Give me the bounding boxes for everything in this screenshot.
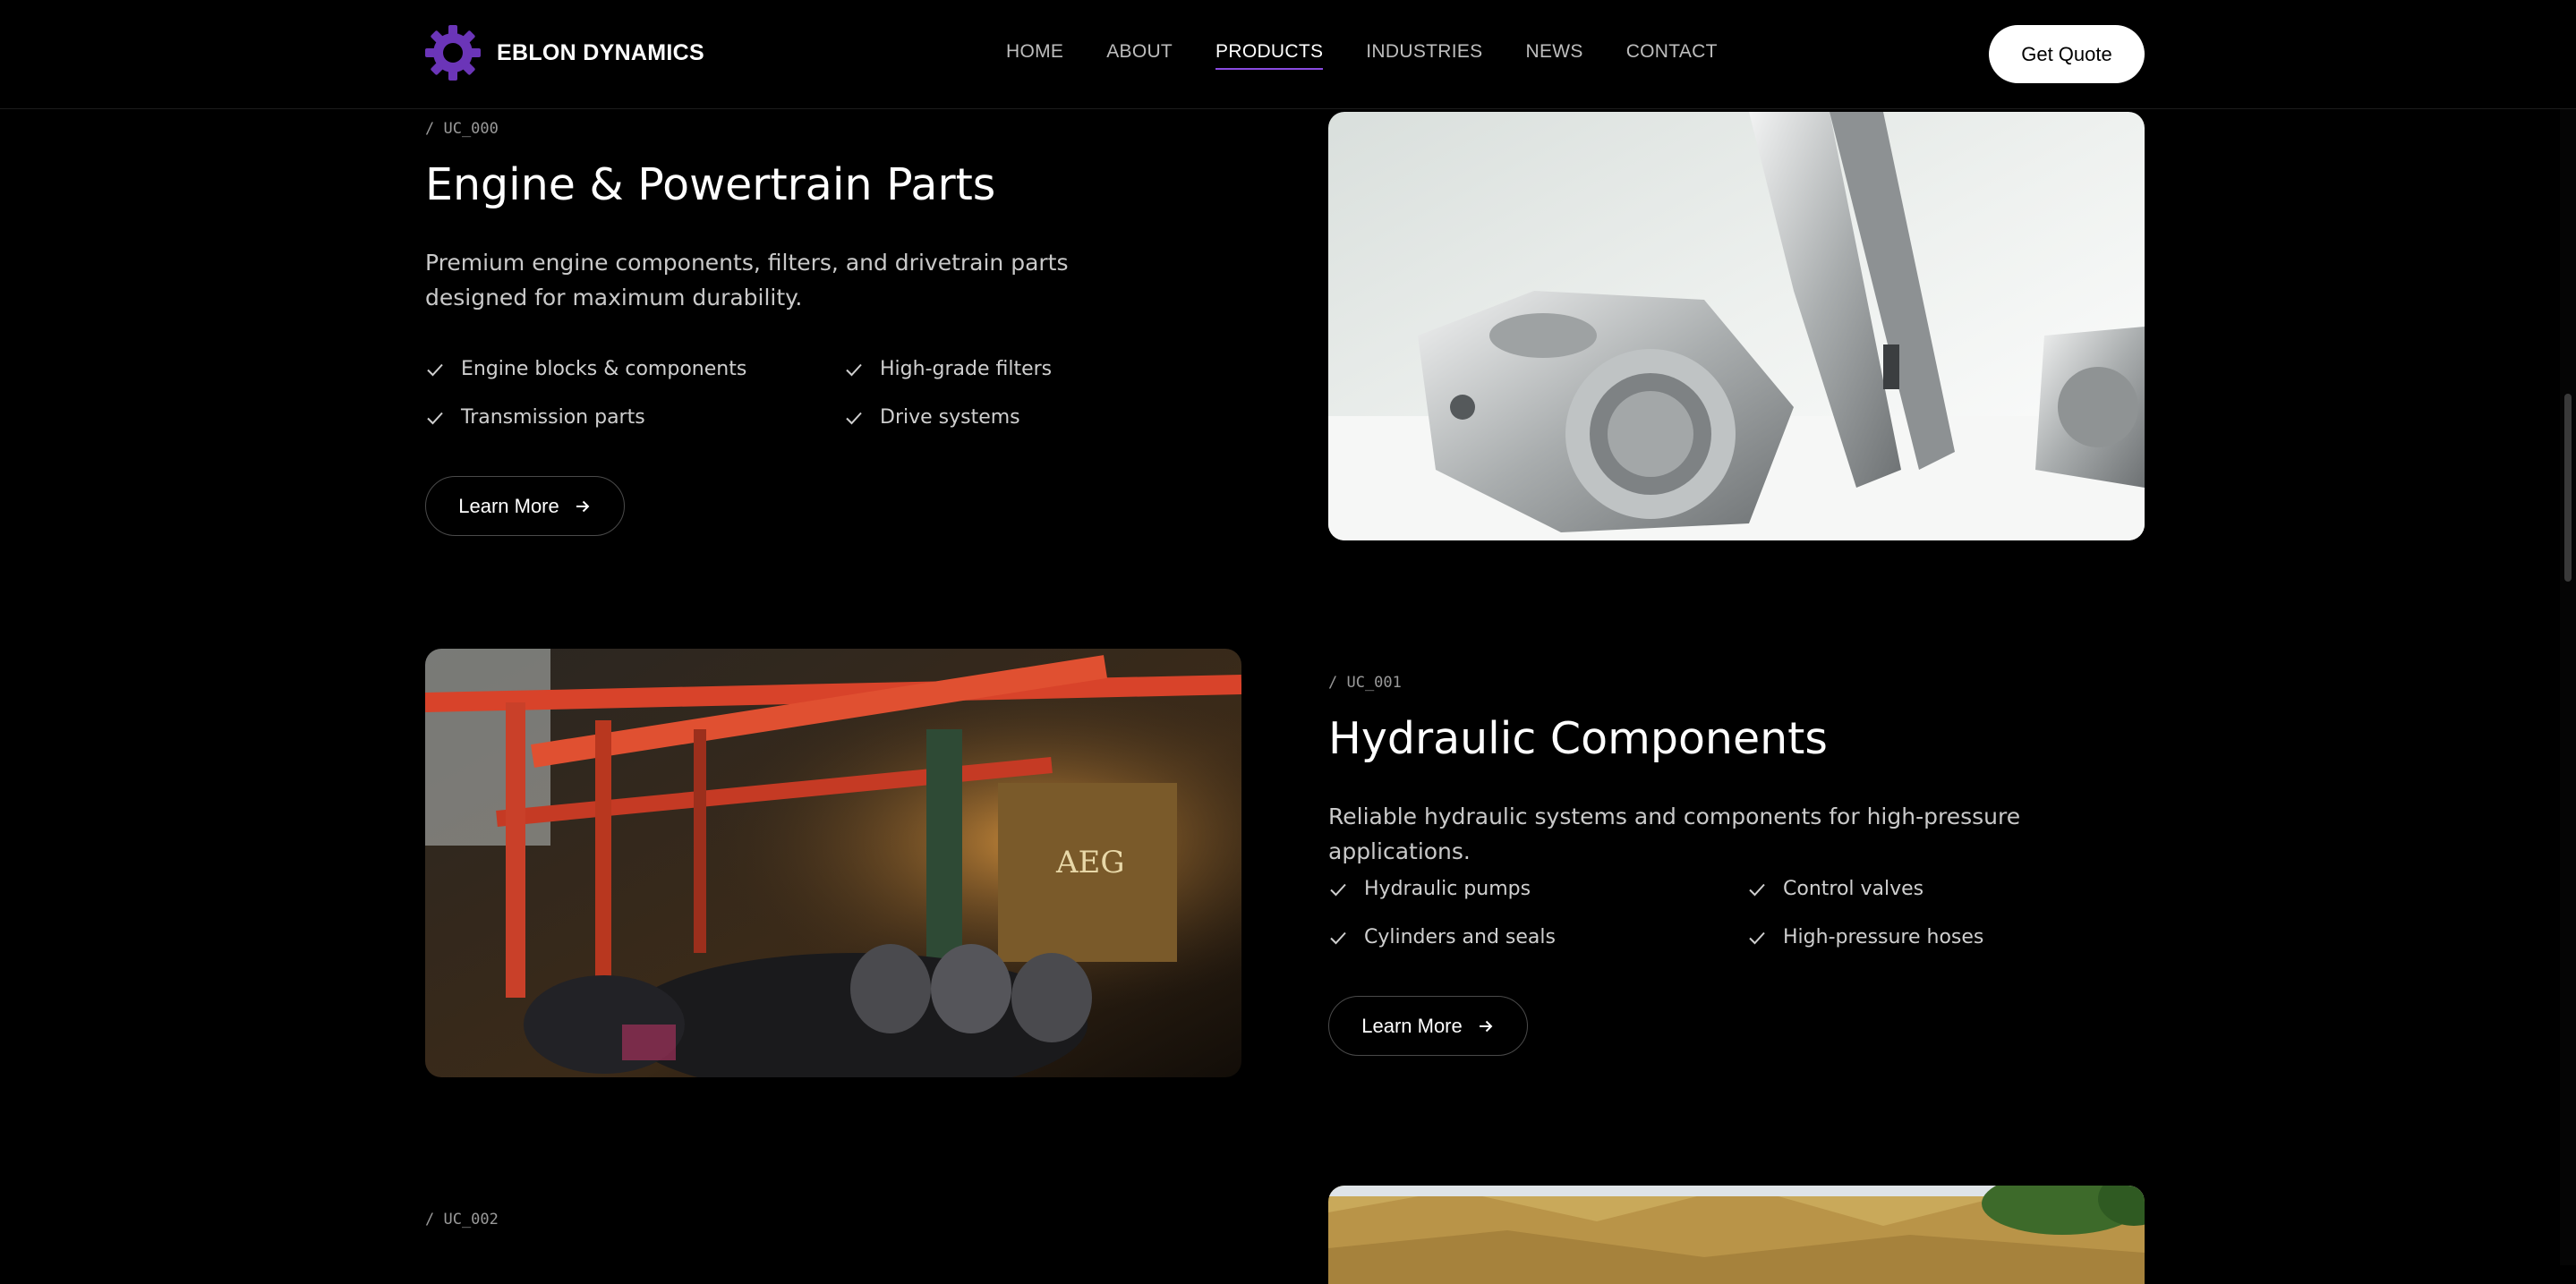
check-icon [846,412,862,424]
learn-more-label: Learn More [458,494,559,517]
feature-label: Drive systems [880,406,1020,429]
learn-more-button[interactable]: Learn More [1328,996,1528,1056]
scrollbar-thumb[interactable] [2564,394,2572,582]
section-code: / UC_000 [425,120,499,138]
nav-products[interactable]: PRODUCTS [1215,41,1324,70]
gear-logo-icon [425,25,481,81]
feature-label: Cylinders and seals [1364,926,1556,948]
nav-home[interactable]: HOME [1006,41,1063,70]
learn-more-button[interactable]: Learn More [425,476,625,536]
check-icon [427,412,443,424]
feature-label: High-pressure hoses [1783,926,1984,948]
feature-item: Drive systems [844,406,1020,429]
section-description: Premium engine components, filters, and … [425,250,1069,310]
page-scrollbar[interactable] [2560,0,2576,1265]
feature-item: High-pressure hoses [1747,926,1983,948]
arrow-right-icon [1479,1020,1493,1032]
check-icon [1330,931,1346,944]
section-title: Hydraulic Components [1328,713,1828,764]
section-code: / UC_002 [425,1211,499,1229]
check-icon [846,363,862,376]
feature-item: High-grade filters [844,358,1052,380]
learn-more-label: Learn More [1361,1014,1463,1037]
check-icon [1749,931,1765,944]
brand-name: EBLON DYNAMICS [497,39,704,65]
svg-text:AEG: AEG [1055,845,1125,880]
check-icon [427,363,443,376]
engine-parts-image [1328,112,2145,540]
section-code: / UC_001 [1328,674,1402,692]
nav-industries[interactable]: INDUSTRIES [1366,41,1482,70]
quarry-image [1328,1186,2145,1284]
brand-logo[interactable]: EBLON DYNAMICS [425,25,704,81]
feature-item: Control valves [1747,878,1923,900]
main-nav: HOME ABOUT PRODUCTS INDUSTRIES NEWS CONT… [1006,41,1718,70]
hydraulic-machinery-image: AEG [425,649,1241,1077]
feature-item: Engine blocks & components [425,358,746,380]
check-icon [1749,883,1765,896]
feature-label: Control valves [1783,878,1924,900]
site-header: EBLON DYNAMICS HOME ABOUT PRODUCTS INDUS… [0,0,2576,109]
nav-news[interactable]: NEWS [1525,41,1582,70]
section-description: Reliable hydraulic systems and component… [1328,804,2021,864]
feature-label: High-grade filters [880,358,1053,380]
feature-label: Transmission parts [461,406,645,429]
feature-item: Cylinders and seals [1328,926,1556,948]
nav-contact[interactable]: CONTACT [1626,41,1718,70]
feature-label: Engine blocks & components [461,358,747,380]
arrow-right-icon [576,500,590,512]
section-title: Engine & Powertrain Parts [425,159,996,210]
check-icon [1330,883,1346,896]
get-quote-button[interactable]: Get Quote [1989,25,2145,83]
feature-item: Transmission parts [425,406,645,429]
feature-label: Hydraulic pumps [1364,878,1531,900]
nav-about[interactable]: ABOUT [1106,41,1173,70]
feature-item: Hydraulic pumps [1328,878,1531,900]
